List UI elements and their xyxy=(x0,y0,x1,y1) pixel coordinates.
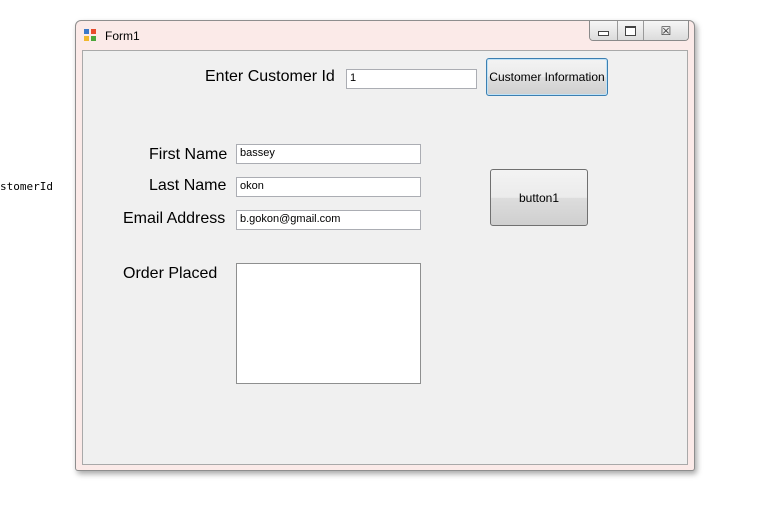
minimize-icon xyxy=(598,31,609,36)
customer-id-label: Enter Customer Id xyxy=(205,68,335,85)
maximize-icon xyxy=(625,25,636,36)
background-code-text: stomerId xyxy=(0,180,53,193)
email-address-label: Email Address xyxy=(123,210,226,227)
close-button[interactable]: ☒ xyxy=(643,21,688,40)
window-title: Form1 xyxy=(105,29,140,43)
form-app-icon xyxy=(84,29,98,43)
customer-id-input[interactable]: 1 xyxy=(346,69,477,89)
maximize-button[interactable] xyxy=(617,21,643,40)
caption-buttons: ☒ xyxy=(589,21,689,41)
button1[interactable]: button1 xyxy=(490,169,588,226)
last-name-input[interactable]: okon xyxy=(236,177,421,197)
order-placed-textarea[interactable] xyxy=(236,263,421,384)
close-icon: ☒ xyxy=(660,23,672,38)
form1-window: Form1 ☒ Enter Customer Id 1 Customer Inf… xyxy=(75,20,695,471)
form-client-area: Enter Customer Id 1 Customer Information… xyxy=(82,50,688,465)
first-name-label: First Name xyxy=(149,146,228,163)
minimize-button[interactable] xyxy=(590,21,617,40)
title-bar[interactable]: Form1 ☒ xyxy=(76,21,694,51)
last-name-label: Last Name xyxy=(149,177,227,194)
order-placed-label: Order Placed xyxy=(123,265,218,282)
customer-information-button[interactable]: Customer Information xyxy=(486,58,608,96)
email-address-input[interactable]: b.gokon@gmail.com xyxy=(236,210,421,230)
first-name-input[interactable]: bassey xyxy=(236,144,421,164)
